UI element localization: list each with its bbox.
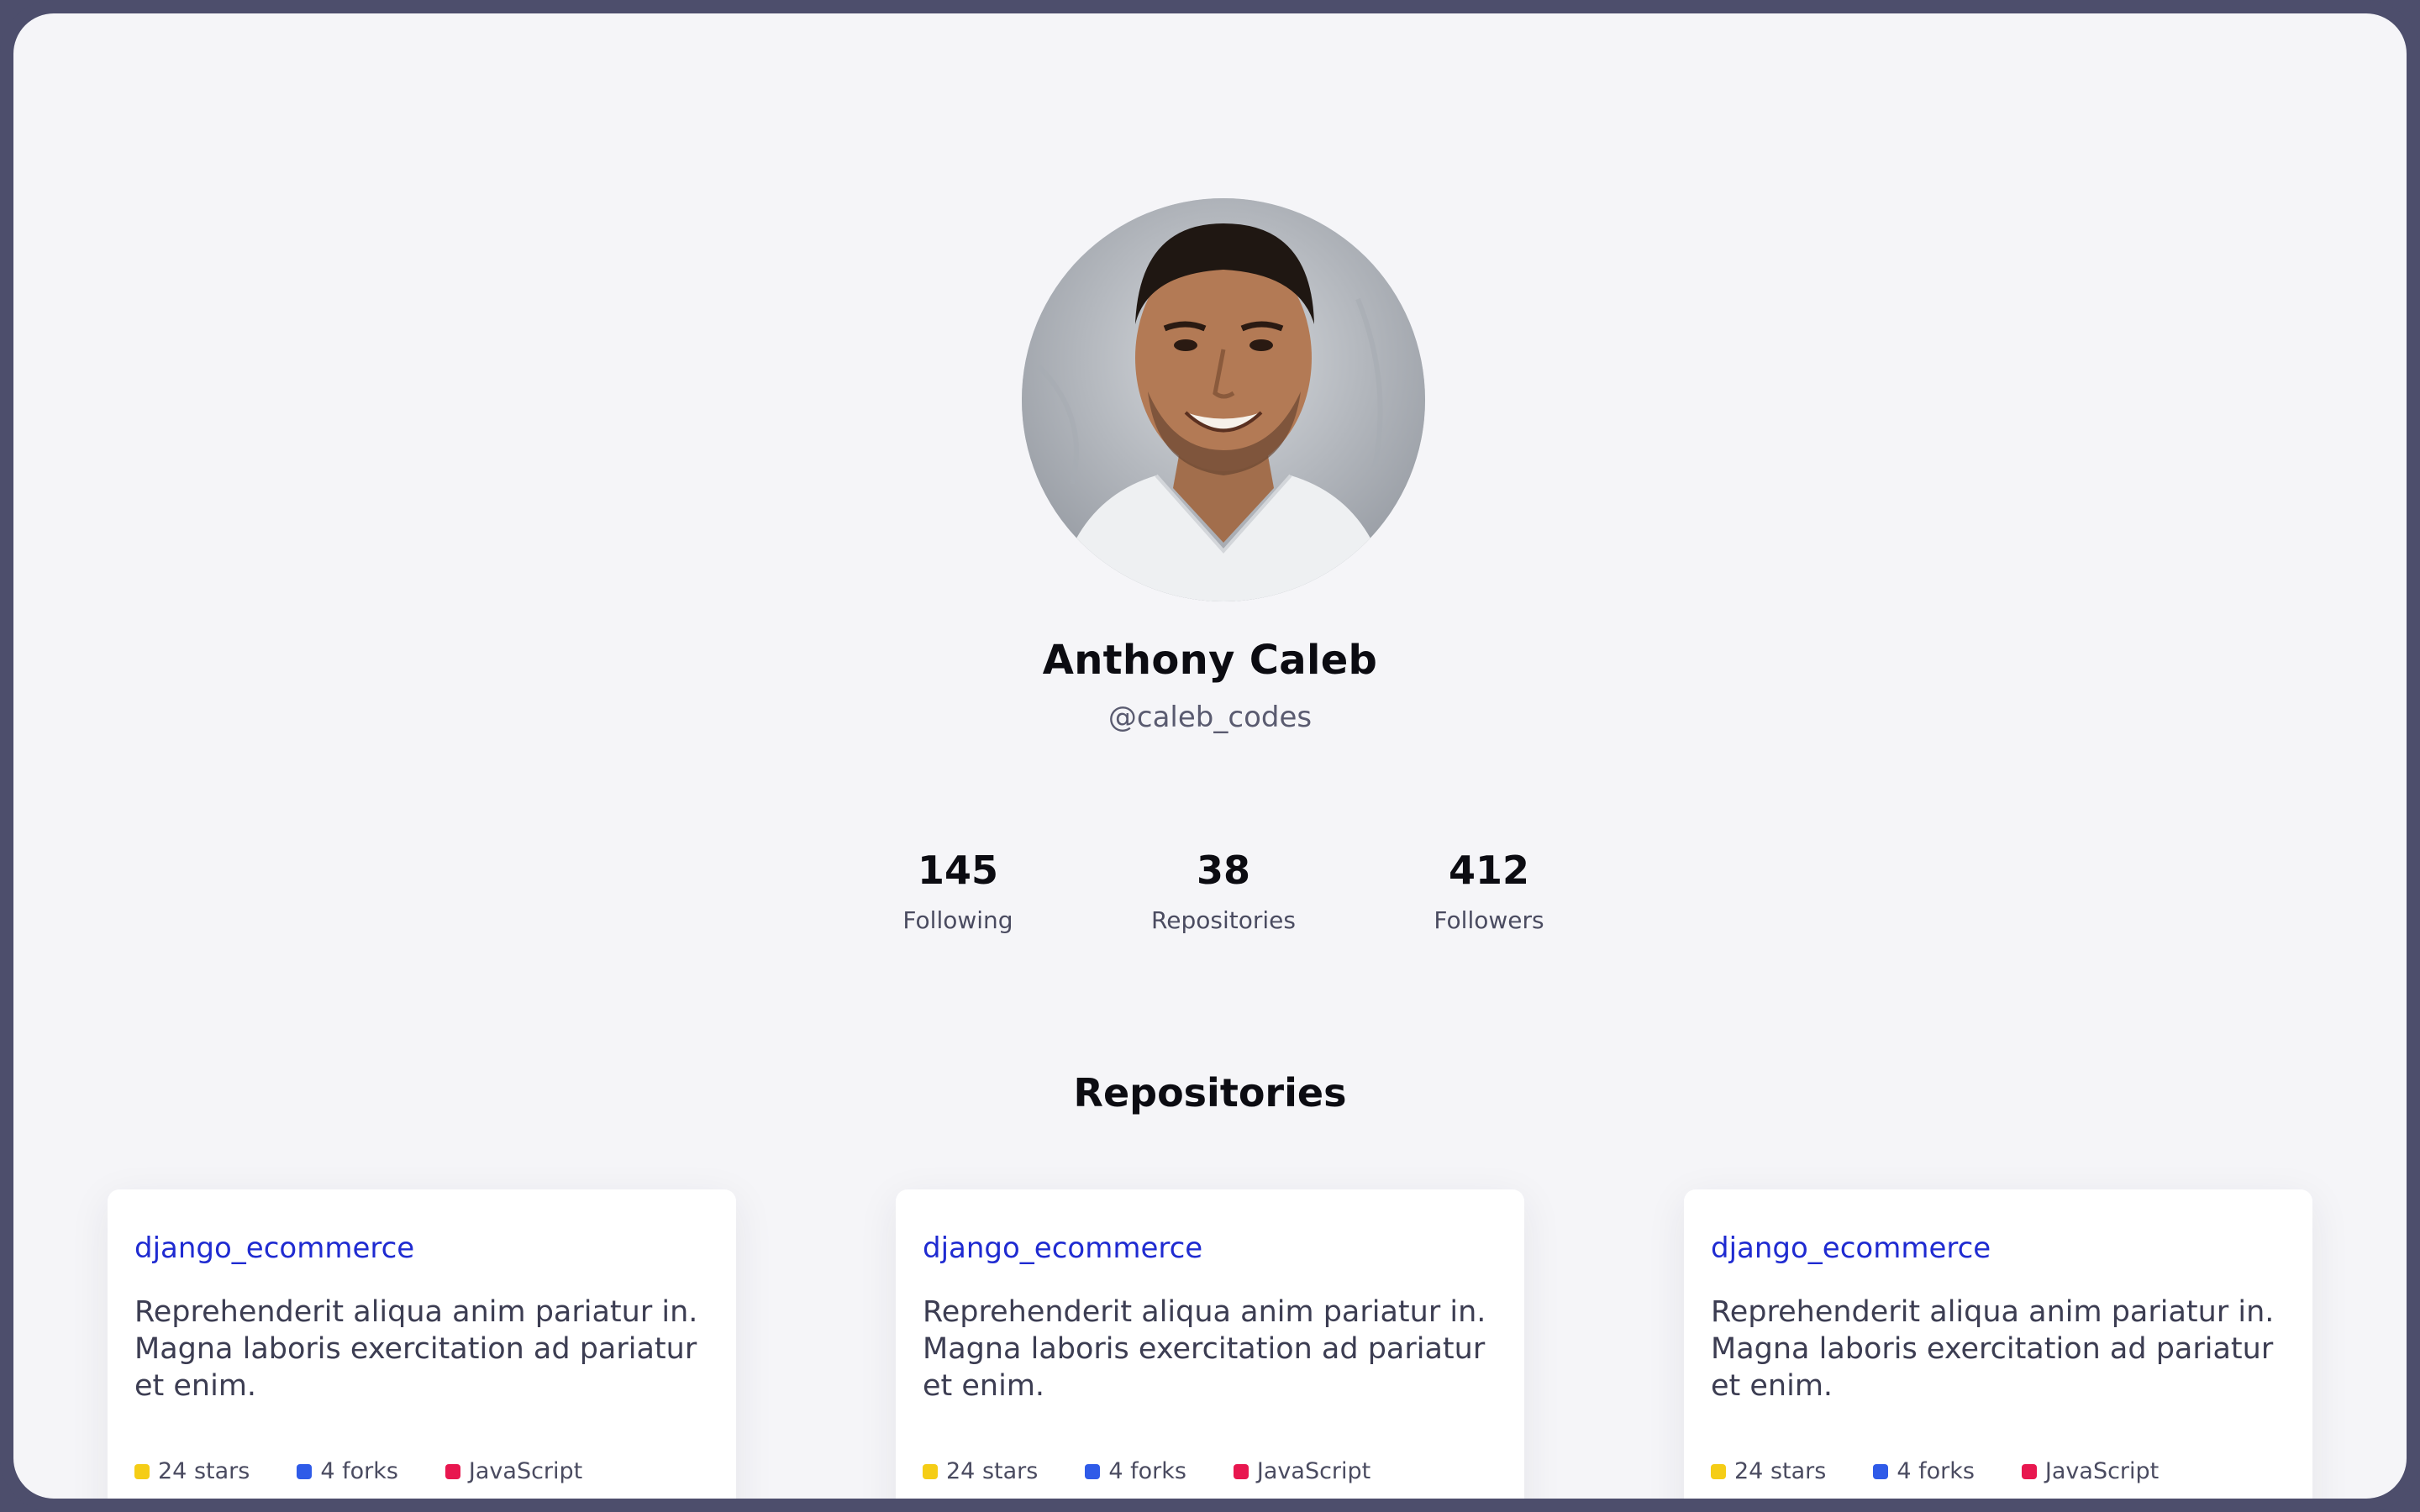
forks-dot-icon [1085, 1463, 1101, 1479]
repo-card[interactable]: django_ecommerce Reprehenderit aliqua an… [1684, 1189, 2312, 1499]
stat-repositories[interactable]: 38 Repositories [1089, 845, 1358, 936]
repo-description: Reprehenderit aliqua anim pariatur in. M… [134, 1295, 698, 1403]
stat-value: 38 [1196, 848, 1250, 893]
forks-count: 4 forks [1897, 1458, 1975, 1484]
repo-card[interactable]: django_ecommerce Reprehenderit aliqua an… [896, 1189, 1524, 1499]
repo-name-link[interactable]: django_ecommerce [923, 1231, 1202, 1265]
repo-description: Reprehenderit aliqua anim pariatur in. M… [923, 1295, 1486, 1403]
repo-forks: 4 forks [297, 1458, 398, 1484]
stars-count: 24 stars [946, 1458, 1039, 1484]
repo-stars: 24 stars [134, 1458, 250, 1484]
stat-value: 145 [917, 848, 999, 893]
language-dot-icon [445, 1463, 460, 1479]
avatar-photo [1022, 198, 1425, 601]
stat-label: Followers [1434, 906, 1544, 934]
language-name: JavaScript [2044, 1458, 2160, 1484]
repo-description: Reprehenderit aliqua anim pariatur in. M… [1711, 1295, 2275, 1403]
repo-stars: 24 stars [923, 1458, 1038, 1484]
app-window: Anthony Caleb @caleb_codes 145 Following… [0, 0, 2420, 1512]
repositories-heading: Repositories [1073, 1070, 1347, 1116]
profile-handle: @caleb_codes [1107, 701, 1313, 734]
forks-count: 4 forks [320, 1458, 398, 1484]
stars-count: 24 stars [1734, 1458, 1827, 1484]
profile-name: Anthony Caleb [1042, 637, 1378, 684]
language-dot-icon [1233, 1463, 1249, 1479]
stars-count: 24 stars [158, 1458, 250, 1484]
forks-dot-icon [1873, 1463, 1889, 1479]
stat-label: Following [902, 906, 1013, 934]
repo-language: JavaScript [1233, 1458, 1371, 1484]
stars-dot-icon [1711, 1463, 1726, 1479]
repo-meta: 24 stars 4 forks JavaScript [923, 1458, 1418, 1484]
forks-count: 4 forks [1108, 1458, 1186, 1484]
stat-label: Repositories [1151, 906, 1296, 934]
stat-following[interactable]: 145 Following [823, 845, 1092, 936]
repo-language: JavaScript [445, 1458, 582, 1484]
repo-meta: 24 stars 4 forks JavaScript [1711, 1458, 2206, 1484]
stat-followers[interactable]: 412 Followers [1355, 845, 1623, 936]
repo-meta: 24 stars 4 forks JavaScript [134, 1458, 629, 1484]
repo-name-link[interactable]: django_ecommerce [1711, 1231, 1991, 1265]
avatar [1022, 198, 1425, 601]
repo-card[interactable]: django_ecommerce Reprehenderit aliqua an… [108, 1189, 736, 1499]
language-dot-icon [2021, 1463, 2037, 1479]
forks-dot-icon [297, 1463, 313, 1479]
language-name: JavaScript [1256, 1458, 1371, 1484]
repo-forks: 4 forks [1873, 1458, 1975, 1484]
repo-language: JavaScript [2021, 1458, 2160, 1484]
repo-stars: 24 stars [1711, 1458, 1826, 1484]
stars-dot-icon [134, 1463, 150, 1479]
repo-forks: 4 forks [1085, 1458, 1186, 1484]
stars-dot-icon [923, 1463, 938, 1479]
stat-value: 412 [1448, 848, 1530, 893]
language-name: JavaScript [468, 1458, 583, 1484]
repo-name-link[interactable]: django_ecommerce [134, 1231, 414, 1265]
